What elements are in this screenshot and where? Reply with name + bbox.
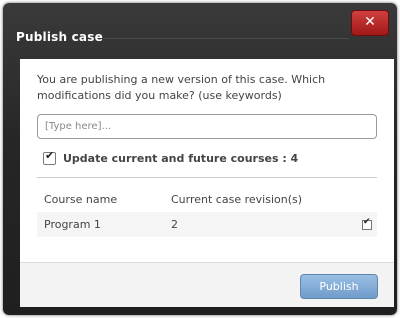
- courses-table: Course name Current case revision(s) Pro…: [37, 187, 377, 237]
- update-courses-row: ✔ Update current and future courses : 4: [37, 149, 377, 167]
- close-button[interactable]: ✕: [351, 10, 389, 36]
- checkmark-icon: ✔: [363, 216, 371, 227]
- course-name-cell: Program 1: [44, 218, 101, 231]
- header-case-revision: Current case revision(s): [171, 193, 303, 206]
- revision-cell: 2: [171, 218, 178, 231]
- modifications-prompt: You are publishing a new version of this…: [37, 73, 326, 102]
- dialog-title: Publish case: [16, 30, 103, 44]
- update-courses-label: Update current and future courses : 4: [63, 151, 299, 165]
- dialog-content: You are publishing a new version of this…: [20, 59, 394, 262]
- section-divider: [37, 177, 377, 178]
- close-icon: ✕: [364, 14, 376, 30]
- table-header: Course name Current case revision(s): [37, 187, 377, 212]
- course-row-checkbox[interactable]: ✔: [362, 216, 372, 230]
- table-row: Program 1 2 ✔: [37, 212, 377, 237]
- publish-case-dialog: Publish case ✕ You are publishing a new …: [3, 3, 397, 315]
- header-course-name: Course name: [44, 193, 118, 206]
- dialog-footer: Publish: [20, 262, 394, 307]
- checkmark-icon: ✔: [45, 148, 55, 162]
- publish-button[interactable]: Publish: [300, 274, 378, 299]
- title-divider: [103, 38, 349, 39]
- modifications-input[interactable]: [37, 114, 377, 139]
- dialog-titlebar: Publish case ✕: [3, 3, 397, 59]
- update-courses-checkbox[interactable]: ✔: [43, 148, 56, 165]
